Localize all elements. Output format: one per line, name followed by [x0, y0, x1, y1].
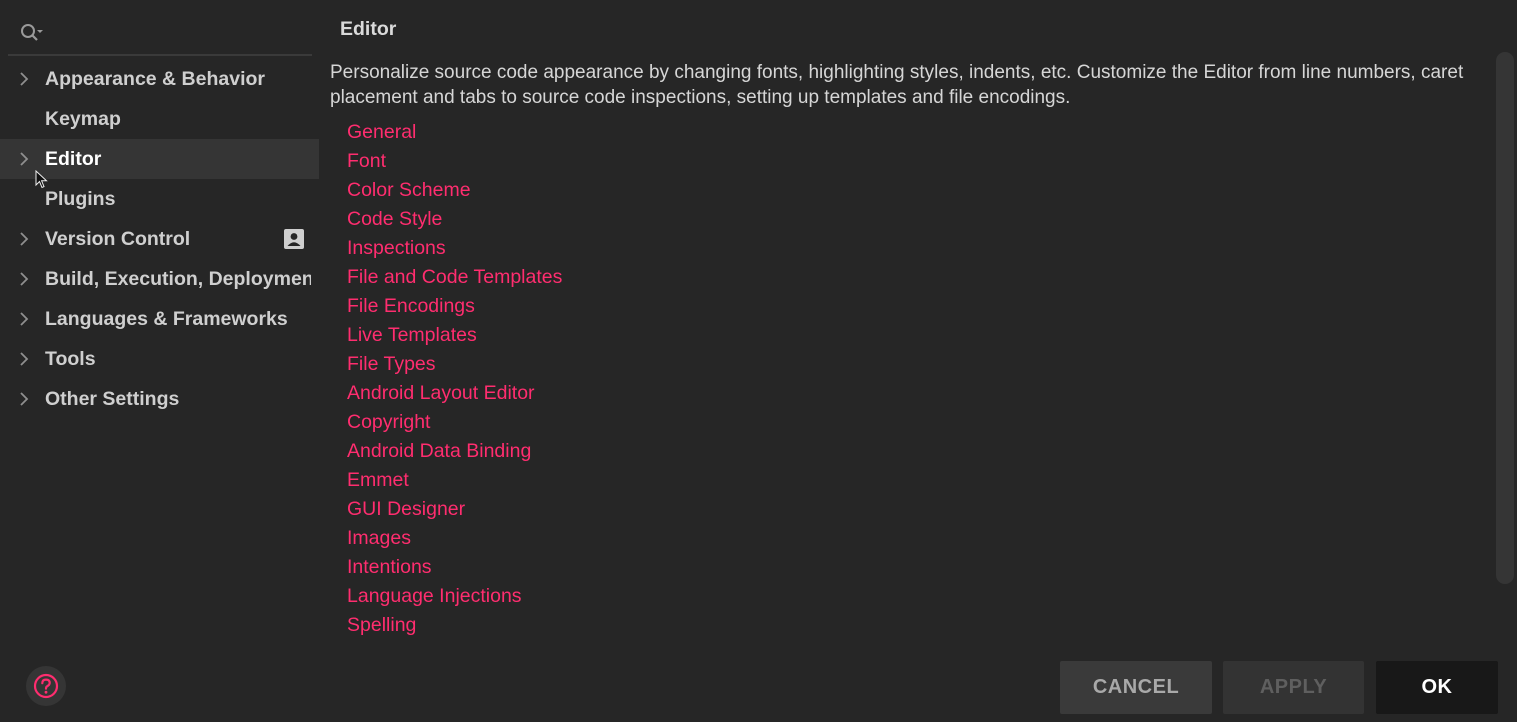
page-title: Editor	[340, 18, 397, 40]
link-live-templates[interactable]: Live Templates	[347, 321, 562, 350]
link-file-encodings[interactable]: File Encodings	[347, 292, 562, 321]
sidebar-item-version-control[interactable]: Version Control	[0, 219, 319, 259]
link-intentions[interactable]: Intentions	[347, 553, 562, 582]
sidebar-item-tools[interactable]: Tools	[0, 339, 319, 379]
sidebar-item-label: Appearance & Behavior	[45, 68, 265, 90]
editor-settings-panel: Editor Personalize source code appearanc…	[319, 0, 1517, 722]
link-file-and-code-templates[interactable]: File and Code Templates	[347, 263, 562, 292]
link-color-scheme[interactable]: Color Scheme	[347, 176, 562, 205]
link-file-types[interactable]: File Types	[347, 350, 562, 379]
link-images[interactable]: Images	[347, 524, 562, 553]
link-android-layout-editor[interactable]: Android Layout Editor	[347, 379, 562, 408]
sidebar-item-label: Plugins	[45, 188, 116, 210]
sidebar-item-label: Keymap	[45, 108, 121, 130]
chevron-right-icon[interactable]	[17, 352, 31, 366]
editor-subsection-links: General Font Color Scheme Code Style Ins…	[347, 118, 562, 640]
sidebar-item-label: Other Settings	[45, 388, 180, 410]
chevron-right-icon[interactable]	[17, 232, 31, 246]
sidebar-item-label: Build, Execution, Deployment	[45, 268, 311, 290]
settings-sidebar: Appearance & Behavior Keymap Editor Plug…	[0, 0, 319, 722]
link-code-style[interactable]: Code Style	[347, 205, 562, 234]
chevron-right-icon[interactable]	[17, 152, 31, 166]
person-badge-icon	[284, 229, 304, 249]
chevron-right-icon[interactable]	[17, 392, 31, 406]
link-emmet[interactable]: Emmet	[347, 466, 562, 495]
sidebar-item-label: Tools	[45, 348, 96, 370]
search-box	[8, 14, 312, 56]
link-inspections[interactable]: Inspections	[347, 234, 562, 263]
sidebar-item-label: Version Control	[45, 228, 191, 250]
help-button[interactable]	[26, 666, 66, 706]
sidebar-item-other-settings[interactable]: Other Settings	[0, 379, 319, 419]
link-general[interactable]: General	[347, 118, 562, 147]
page-description: Personalize source code appearance by ch…	[330, 62, 1464, 108]
search-input[interactable]	[50, 18, 304, 50]
sidebar-item-label: Languages & Frameworks	[45, 308, 288, 330]
ok-button[interactable]: OK	[1376, 661, 1498, 714]
help-icon	[33, 673, 59, 699]
search-icon[interactable]	[18, 20, 44, 46]
cancel-button[interactable]: CANCEL	[1060, 661, 1212, 714]
vertical-scrollbar[interactable]	[1496, 52, 1514, 584]
chevron-right-icon[interactable]	[17, 312, 31, 326]
chevron-right-icon[interactable]	[17, 272, 31, 286]
sidebar-item-appearance-behavior[interactable]: Appearance & Behavior	[0, 59, 319, 99]
sidebar-item-keymap[interactable]: Keymap	[0, 99, 319, 139]
chevron-right-icon[interactable]	[17, 72, 31, 86]
link-gui-designer[interactable]: GUI Designer	[347, 495, 562, 524]
settings-tree: Appearance & Behavior Keymap Editor Plug…	[0, 59, 319, 419]
link-font[interactable]: Font	[347, 147, 562, 176]
link-language-injections[interactable]: Language Injections	[347, 582, 562, 611]
mouse-cursor-icon	[35, 170, 48, 189]
sidebar-item-build-execution-deployment[interactable]: Build, Execution, Deployment	[0, 259, 319, 299]
sidebar-item-languages-frameworks[interactable]: Languages & Frameworks	[0, 299, 319, 339]
apply-button[interactable]: APPLY	[1223, 661, 1364, 714]
link-copyright[interactable]: Copyright	[347, 408, 562, 437]
link-android-data-binding[interactable]: Android Data Binding	[347, 437, 562, 466]
link-spelling[interactable]: Spelling	[347, 611, 562, 640]
sidebar-item-label: Editor	[45, 148, 102, 170]
